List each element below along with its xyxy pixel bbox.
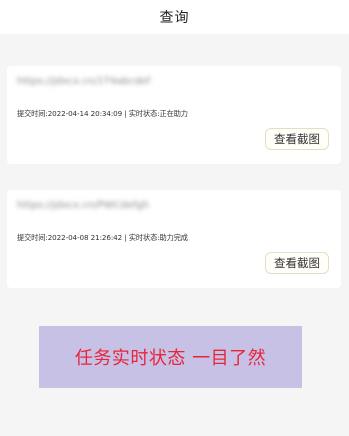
record-card: https://jdxcx.cn/PWCdefgh 提交时间:2022-04-0… (7, 190, 341, 288)
status-value: 助力完成 (159, 233, 188, 242)
record-card: https://jdxcx.cn/1T4abcdef 提交时间:2022-04-… (7, 66, 341, 164)
view-screenshot-button[interactable]: 查看截图 (265, 252, 329, 274)
meta-separator: | (122, 233, 129, 242)
status-label: 实时状态: (128, 233, 160, 242)
record-link-blurred[interactable]: https://jdxcx.cn/PWCdefgh (17, 200, 149, 211)
record-meta: 提交时间:2022-04-08 21:26:42 | 实时状态:助力完成 (17, 233, 188, 243)
meta-separator: | (122, 109, 129, 118)
record-meta: 提交时间:2022-04-14 20:34:09 | 实时状态:正在助力 (17, 109, 188, 119)
record-link-blurred[interactable]: https://jdxcx.cn/1T4abcdef (17, 76, 150, 87)
promo-banner: 任务实时状态 一目了然 (39, 326, 302, 388)
promo-banner-text: 任务实时状态 一目了然 (74, 348, 267, 369)
submit-time-value: 2022-04-14 20:34:09 (47, 109, 123, 118)
view-screenshot-button[interactable]: 查看截图 (265, 128, 329, 150)
page-header: 查询 (0, 0, 349, 34)
submit-time-label: 提交时间: (17, 109, 48, 118)
submit-time-label: 提交时间: (17, 233, 48, 242)
page-title: 查询 (159, 10, 190, 26)
submit-time-value: 2022-04-08 21:26:42 (47, 233, 123, 242)
status-label: 实时状态: (128, 109, 160, 118)
status-value: 正在助力 (159, 109, 188, 118)
